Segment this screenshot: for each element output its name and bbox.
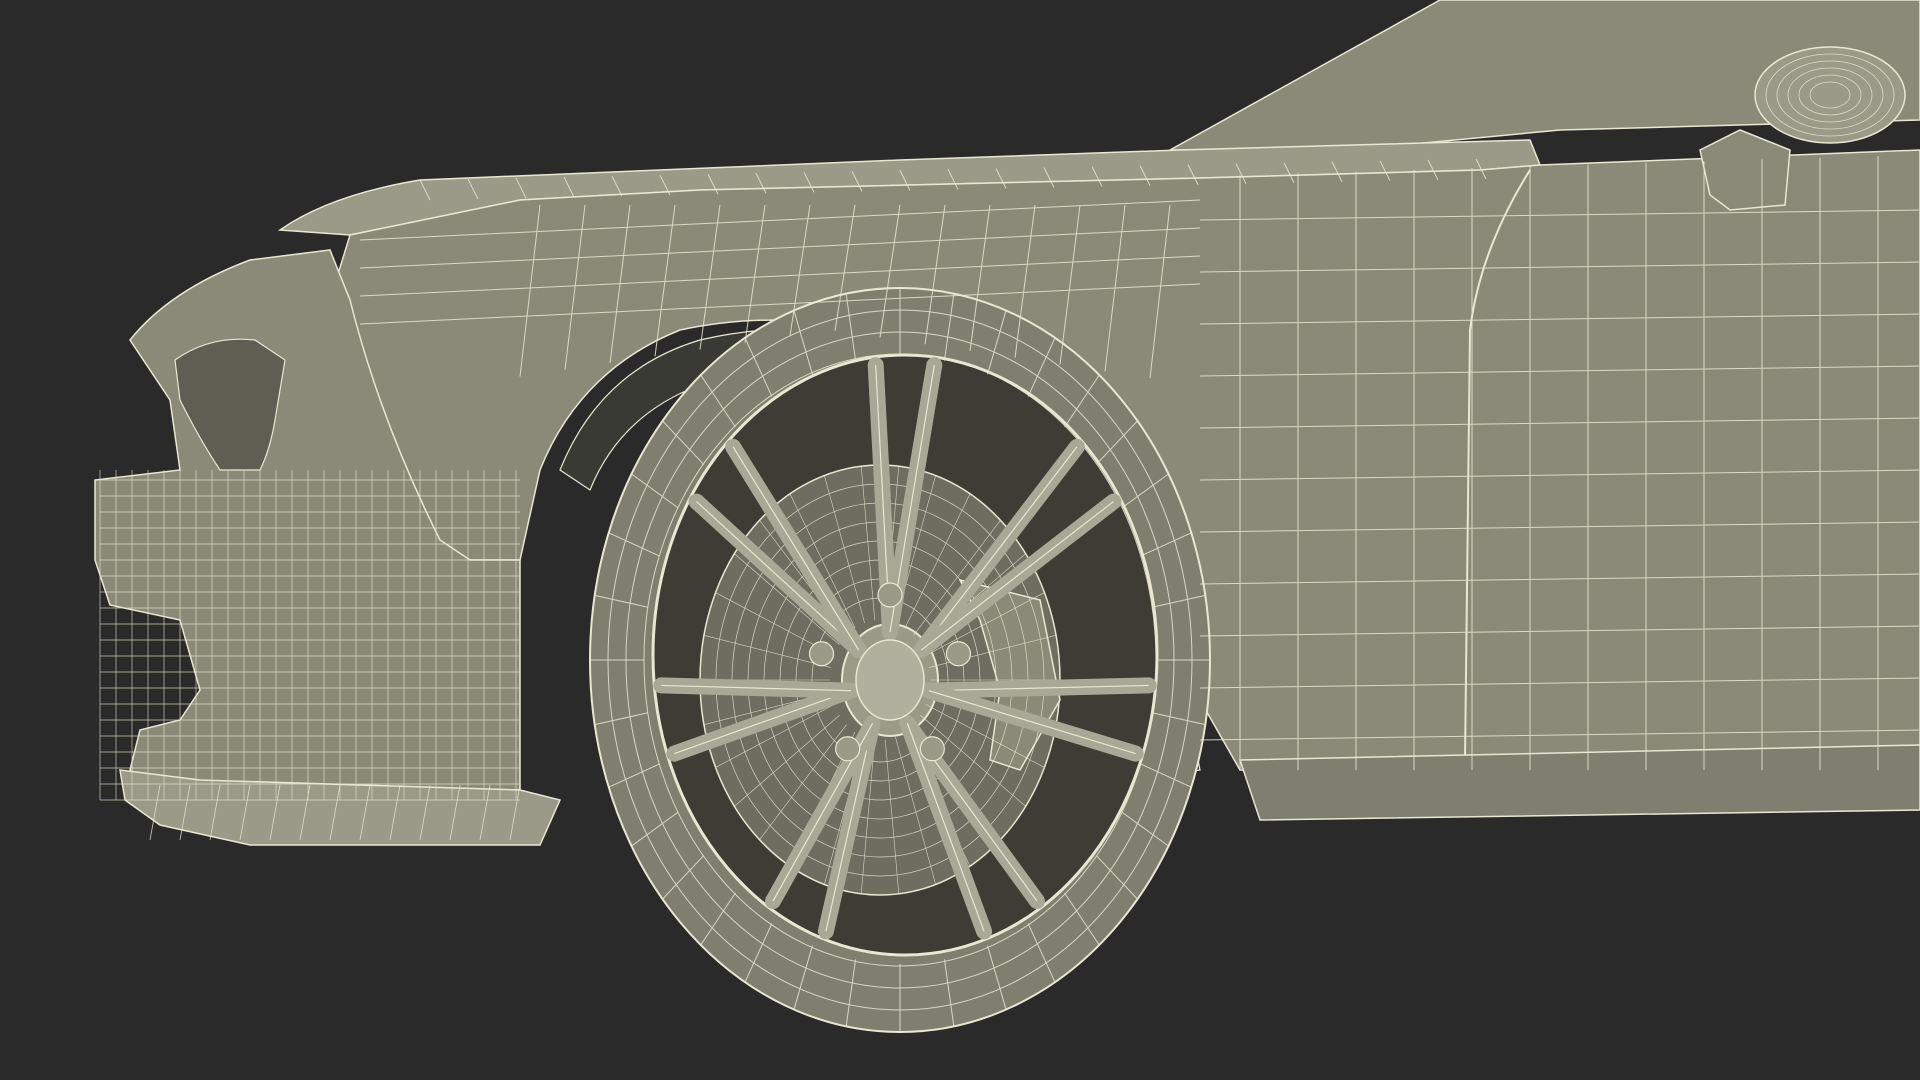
render-viewport	[0, 0, 1920, 1080]
lug-nut	[835, 736, 861, 762]
wireframe-car-render	[0, 0, 1920, 1080]
lug-nut	[808, 641, 835, 667]
lug-nut	[877, 582, 903, 608]
center-cap	[855, 639, 925, 721]
lug-nut	[945, 641, 972, 667]
lug-nut	[919, 736, 945, 762]
